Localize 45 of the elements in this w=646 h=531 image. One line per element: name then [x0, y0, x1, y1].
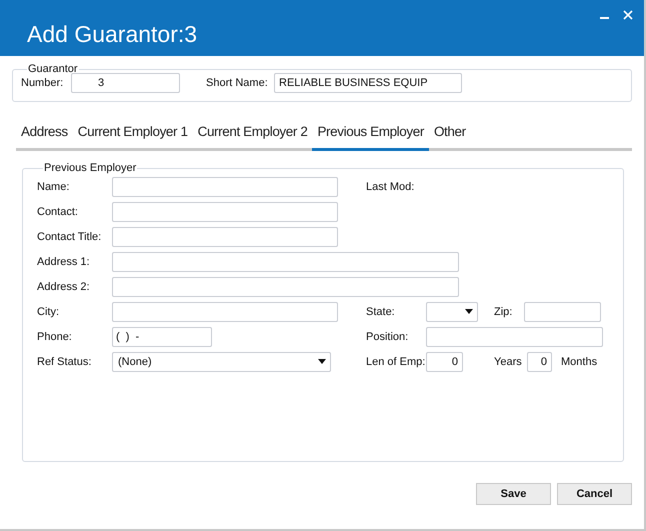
state-dropdown[interactable] [426, 302, 478, 322]
tab[interactable]: Address [16, 122, 73, 148]
caret-icon [465, 309, 473, 314]
field-label: Number: [21, 77, 64, 89]
tab[interactable]: Current Employer 2 [192, 122, 312, 148]
tab[interactable]: Other [428, 122, 471, 148]
field-label: Phone: [37, 330, 73, 342]
years-field[interactable]: 0 [426, 352, 463, 372]
close-icon[interactable] [623, 10, 633, 20]
field-label: Contact: [37, 206, 79, 218]
group-legend: Previous Employer [43, 162, 138, 174]
contact-field[interactable] [112, 202, 338, 222]
field-label: Address 1: [37, 256, 91, 268]
contact-title-field[interactable] [112, 226, 338, 246]
field-label: Last Mod: [366, 180, 414, 192]
months-field[interactable]: 0 [527, 352, 552, 372]
field-label: Years [494, 356, 523, 368]
phone-field[interactable]: ( ) - [112, 326, 212, 346]
field-label: Months [561, 356, 598, 368]
address-field[interactable] [112, 252, 459, 272]
field-label: Address 2: [37, 280, 91, 292]
field-label: Name: [37, 180, 70, 192]
address-field[interactable] [112, 276, 459, 296]
city-field[interactable] [112, 302, 338, 322]
field-label: Zip: [494, 306, 514, 318]
ref-status-dropdown[interactable]: (None) [112, 352, 331, 372]
field-label: Short Name: [206, 77, 269, 89]
zip-field[interactable] [524, 302, 601, 322]
group-legend: Guarantor [27, 63, 79, 75]
field-label: Contact Title: [37, 230, 102, 242]
cancel-button[interactable]: Cancel [557, 483, 632, 505]
field-label: Position: [366, 330, 410, 342]
field-label: Len of Emp: [366, 356, 426, 368]
name-field[interactable] [112, 176, 338, 196]
window-title: Add Guarantor:3 [27, 20, 198, 48]
field-label: State: [366, 306, 396, 318]
number-field[interactable]: 3 [71, 73, 180, 93]
short-name-field[interactable]: RELIABLE BUSINESS EQUIP [274, 73, 462, 93]
tab[interactable]: Previous Employer [312, 122, 429, 151]
tab[interactable]: Current Employer 1 [72, 122, 193, 148]
position-field[interactable] [426, 326, 603, 346]
field-label: Ref Status: [37, 356, 92, 368]
field-label: City: [37, 306, 60, 318]
save-button[interactable]: Save [476, 483, 551, 505]
caret-icon [318, 359, 326, 364]
